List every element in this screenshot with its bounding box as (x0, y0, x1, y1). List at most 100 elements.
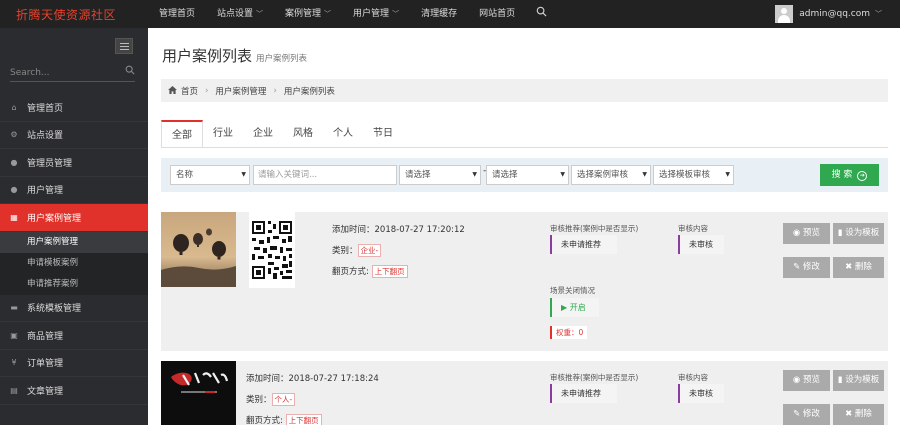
edit-button[interactable]: ✎ 修改 (783, 404, 830, 425)
sidebar-subitem-user-case[interactable]: 用户案例管理 (0, 231, 148, 253)
review-status[interactable]: 未审核 (678, 384, 724, 403)
search-button[interactable]: 搜 索 ➔ (820, 164, 879, 186)
nav-admin-home[interactable]: 管理首页 (148, 0, 206, 28)
eye-icon: ◉ (792, 375, 804, 385)
category-tabs: 全部 行业 企业 风格 个人 节日 (161, 120, 403, 147)
nav-site-home[interactable]: 网站首页 (468, 0, 526, 28)
sidebar-item-goods-manage[interactable]: ▣ 商品管理 (0, 322, 148, 350)
case-thumbnail[interactable] (161, 361, 236, 425)
avatar (775, 5, 794, 23)
case-info: 添加时间：2018-07-27 17:18:24 类别： 个人- 翻页方式: 上下… (246, 374, 379, 425)
search-icon[interactable] (526, 0, 557, 28)
close-icon: ✖ (845, 262, 855, 272)
preview-button[interactable]: ◉ 预览 (783, 370, 830, 391)
brand-logo[interactable]: 折腾天使资源社区 (0, 0, 148, 28)
category-tag: 企业- (357, 244, 382, 257)
set-template-button[interactable]: ▮ 设为模板 (833, 223, 884, 244)
chevron-down-icon: ﹀ (392, 10, 400, 18)
box-icon: ▣ (10, 330, 18, 340)
chevron-right-icon: › (205, 85, 209, 96)
tabs-divider (161, 147, 888, 148)
category-select-a[interactable]: 请选择 ▼ (399, 165, 481, 185)
sidebar-search-input[interactable]: Search... (10, 64, 135, 82)
tab-personal[interactable]: 个人 (323, 120, 363, 147)
nav-clear-cache[interactable]: 清理缓存 (410, 0, 468, 28)
sidebar-submenu: 用户案例管理 申请模板案例 申请推荐案例 (0, 231, 148, 295)
set-template-button[interactable]: ▮ 设为模板 (833, 370, 884, 391)
chevron-down-icon: ﹀ (256, 10, 264, 18)
pencil-icon: ✎ (793, 262, 803, 272)
sidebar-item-site-settings[interactable]: ⚙ 站点设置 (0, 122, 148, 149)
preview-button[interactable]: ◉ 预览 (783, 223, 830, 244)
breadcrumb: 首页 › 用户案例管理 › 用户案例列表 (161, 79, 888, 102)
top-nav: 管理首页 站点设置 ﹀ 案例管理 ﹀ 用户管理 ﹀ 清理缓存 网站首页 (148, 0, 557, 28)
table-icon: ▦ (10, 212, 18, 222)
case-info: 添加时间：2018-07-27 17:20:12 类别： 企业- 翻页方式: 上下… (332, 225, 465, 278)
review-status[interactable]: 未审核 (678, 235, 724, 254)
review-label: 审核内容 (678, 224, 708, 233)
tab-festival[interactable]: 节日 (363, 120, 403, 147)
sidebar-item-user-manage[interactable]: ● 用户管理 (0, 177, 148, 204)
home-icon (168, 85, 177, 96)
user-menu[interactable]: admin@qq.com ﹀ (775, 0, 882, 28)
weight-badge: 权重：0 (550, 326, 588, 339)
edit-button[interactable]: ✎ 修改 (783, 257, 830, 278)
close-icon: ✖ (845, 409, 855, 419)
delete-button[interactable]: ✖ 删除 (833, 404, 884, 425)
sidebar-item-template-manage[interactable]: ▬ 系统模板管理 (0, 295, 148, 322)
main-content: 用户案例列表 用户案例列表 首页 › 用户案例管理 › 用户案例列表 全部 行业 … (148, 28, 900, 425)
doc-icon: ▤ (10, 385, 18, 395)
eye-icon: ◉ (792, 228, 804, 238)
chevron-down-icon: ﹀ (324, 10, 332, 18)
added-time: 2018-07-27 17:20:12 (374, 225, 465, 235)
user-email: admin@qq.com (799, 9, 870, 19)
case-review-select[interactable]: 选择案例审核 ▼ (571, 165, 651, 185)
top-navbar: 折腾天使资源社区 管理首页 站点设置 ﹀ 案例管理 ﹀ 用户管理 ﹀ 清理缓存 网站首… (0, 0, 900, 28)
template-review-select[interactable]: 选择模板审核 ▼ (653, 165, 734, 185)
caret-down-icon: ▼ (642, 171, 647, 178)
page-subtitle: 用户案例列表 (256, 54, 308, 64)
menu-toggle-button[interactable] (115, 38, 133, 54)
nav-case-manage[interactable]: 案例管理 ﹀ (274, 0, 342, 28)
sidebar-item-admin-home[interactable]: ⌂ 管理首页 (0, 94, 148, 122)
tab-style[interactable]: 风格 (283, 120, 323, 147)
briefcase-icon: ▬ (10, 303, 18, 313)
sidebar-subitem-recommend-apply[interactable]: 申请推荐案例 (0, 274, 148, 295)
recommend-status[interactable]: 未申请推荐 (550, 384, 617, 403)
recommend-label: 审核推荐(案例中是否显示) (550, 224, 639, 233)
nav-site-settings[interactable]: 站点设置 ﹀ (206, 0, 274, 28)
sidebar-item-order-manage[interactable]: ¥ 订单管理 (0, 350, 148, 377)
scene-status-toggle[interactable]: ▶ 开启 (550, 298, 599, 317)
keyword-input[interactable]: 请输入关键词... (253, 165, 397, 185)
recommend-status[interactable]: 未申请推荐 (550, 235, 617, 254)
sidebar-subitem-template-apply[interactable]: 申请模板案例 (0, 253, 148, 274)
case-thumbnail[interactable] (161, 212, 236, 287)
field-select[interactable]: 名称 ▼ (170, 165, 250, 185)
case-card: 添加时间：2018-07-27 17:18:24 类别： 个人- 翻页方式: 上下… (161, 361, 888, 425)
case-card: 添加时间：2018-07-27 17:20:12 类别： 企业- 翻页方式: 上下… (161, 212, 888, 351)
category-select-b[interactable]: 请选择 ▼ (486, 165, 569, 185)
yen-icon: ¥ (11, 358, 17, 368)
chevron-down-icon: ﹀ (875, 10, 882, 18)
home-icon: ⌂ (11, 102, 17, 112)
page-title: 用户案例列表 用户案例列表 (162, 47, 308, 65)
gears-icon: ⚙ (10, 130, 18, 140)
qr-code (249, 212, 295, 288)
breadcrumb-home[interactable]: 首页 (181, 85, 198, 97)
arrow-right-icon: ➔ (857, 171, 868, 181)
search-icon[interactable] (125, 64, 135, 82)
tab-enterprise[interactable]: 企业 (243, 120, 283, 147)
sidebar-item-user-case-manage[interactable]: ▦ 用户案例管理 (0, 204, 148, 232)
breadcrumb-case-manage[interactable]: 用户案例管理 (215, 85, 266, 97)
user-icon: ● (10, 185, 18, 195)
paging-tag: 上下翻页 (285, 414, 322, 425)
filter-bar: 名称 ▼ 请输入关键词... 请选择 ▼ - 请选择 ▼ 选择案例审核 ▼ 选择模板审核… (161, 158, 888, 192)
breadcrumb-current: 用户案例列表 (283, 86, 335, 97)
nav-user-manage[interactable]: 用户管理 ﹀ (342, 0, 410, 28)
sidebar-menu: ⌂ 管理首页 ⚙ 站点设置 ● 管理员管理 ● 用户管理 ▦ 用户案例管理 用户案例管理 … (0, 94, 148, 405)
sidebar-item-article-manage[interactable]: ▤ 文章管理 (0, 377, 148, 405)
tab-all[interactable]: 全部 (161, 120, 203, 147)
delete-button[interactable]: ✖ 删除 (833, 257, 884, 278)
tab-industry[interactable]: 行业 (203, 120, 243, 147)
sidebar-item-admin-manage[interactable]: ● 管理员管理 (0, 149, 148, 177)
